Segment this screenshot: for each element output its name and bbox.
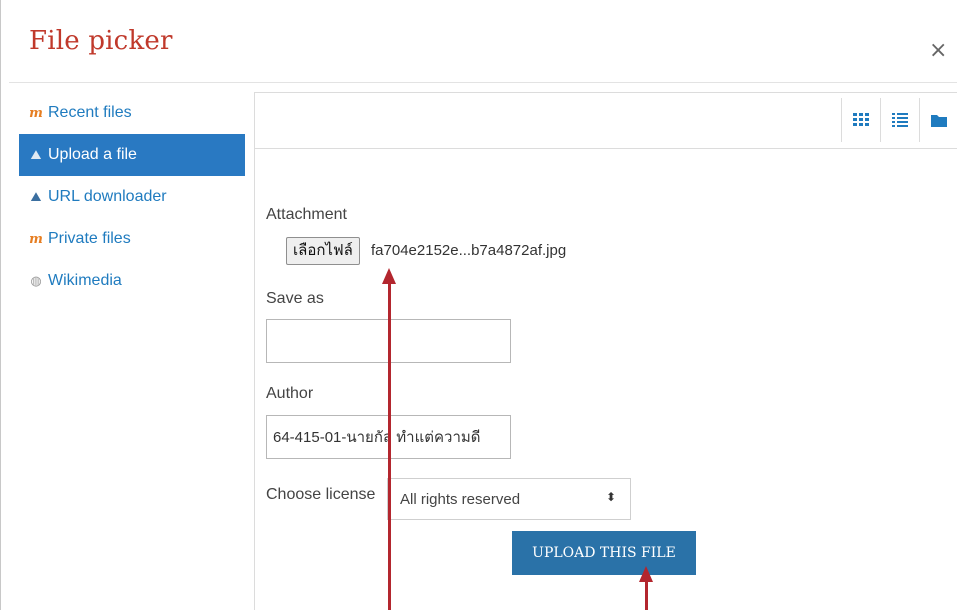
annotation-arrow-line: [388, 282, 391, 610]
sidebar-item-wikimedia[interactable]: ◍ Wikimedia: [19, 260, 245, 302]
sidebar-item-label: Recent files: [48, 104, 132, 121]
header-divider: [9, 82, 957, 83]
upload-icon: ⛰: [30, 147, 42, 162]
annotation-arrow-head: [639, 566, 653, 582]
url-icon: ⛰: [30, 189, 42, 204]
sidebar-item-upload-a-file[interactable]: ⛰ Upload a file: [19, 134, 245, 176]
author-label: Author: [266, 385, 314, 402]
list-view-icon[interactable]: [880, 98, 919, 142]
close-icon[interactable]: ×: [929, 38, 947, 63]
annotation-arrow-line: [645, 580, 648, 610]
dialog-title: File picker: [29, 26, 173, 56]
save-as-label: Save as: [266, 290, 324, 307]
upload-this-file-button[interactable]: UPLOAD THIS FILE: [512, 531, 696, 575]
wikimedia-icon: ◍: [30, 273, 42, 288]
view-toolbar: [255, 93, 957, 149]
sidebar-item-label: Wikimedia: [48, 272, 122, 289]
license-select[interactable]: All rights reserved ⬍: [387, 478, 631, 520]
file-picker-dialog: File picker × m Recent files ⛰ Upload a …: [0, 0, 957, 610]
moodle-icon: m: [29, 105, 43, 121]
annotation-arrow-head: [382, 268, 396, 284]
choose-license-label: Choose license: [266, 486, 376, 503]
license-select-value: All rights reserved: [400, 490, 521, 508]
sort-arrows-icon: ⬍: [605, 490, 616, 504]
sidebar-item-label: Private files: [48, 230, 131, 247]
selected-file-name: fa704e2152e...b7a4872af.jpg: [371, 242, 567, 259]
sidebar-item-label: Upload a file: [48, 146, 137, 163]
sidebar-item-private-files[interactable]: m Private files: [19, 218, 245, 260]
folder-view-icon[interactable]: [919, 98, 957, 142]
choose-file-button[interactable]: เลือกไฟล์: [286, 237, 360, 265]
sidebar-item-label: URL downloader: [48, 188, 167, 205]
attachment-label: Attachment: [266, 206, 347, 223]
grid-view-icon[interactable]: [841, 98, 880, 142]
sidebar-item-recent-files[interactable]: m Recent files: [19, 92, 245, 134]
moodle-icon: m: [29, 231, 43, 247]
sidebar-item-url-downloader[interactable]: ⛰ URL downloader: [19, 176, 245, 218]
repository-sidebar: m Recent files ⛰ Upload a file ⛰ URL dow…: [19, 92, 245, 302]
